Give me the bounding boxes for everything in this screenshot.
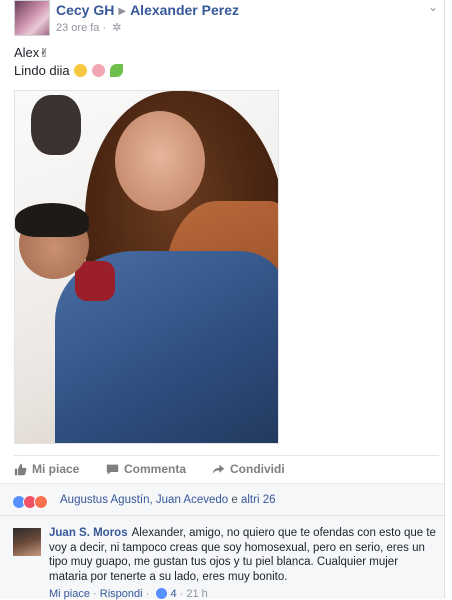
post-text: Alex✌ Lindo diia	[14, 44, 123, 80]
reaction-names: Augustus Agustín, Juan Acevedo e altri 2…	[60, 494, 276, 506]
comment-reply-link[interactable]: Rispondi	[100, 588, 143, 600]
commenter-name[interactable]: Juan S. Moros	[49, 527, 128, 539]
share-icon	[212, 464, 225, 474]
angry-reaction-icon[interactable]	[34, 495, 48, 509]
post-header: Cecy GH ▶ Alexander Perez 23 ore fa · ✲ ⌄	[14, 0, 444, 40]
comments-section: Juan S. Moros Alexander, amigo, no quiero…	[0, 515, 444, 600]
smile-emoji-icon	[74, 64, 88, 77]
gear-icon[interactable]: ✲	[112, 22, 121, 34]
comment-icon	[106, 464, 119, 474]
post-photo[interactable]	[14, 90, 279, 444]
comment: Juan S. Moros Alexander, amigo, no quiero…	[49, 526, 437, 584]
leaf-emoji-icon	[109, 64, 123, 77]
post-actions-bar: Mi piace Commenta Condividi	[14, 455, 439, 484]
share-button[interactable]: Condividi	[212, 462, 285, 476]
like-count-icon	[156, 588, 168, 599]
post-time[interactable]: 23 ore fa	[56, 22, 99, 34]
photo-man-shirt	[75, 261, 115, 301]
photo-woman-face	[115, 111, 205, 211]
victory-hand-icon: ✌	[39, 46, 50, 60]
photo-background-plant	[31, 95, 81, 155]
thumbs-up-icon	[14, 463, 27, 475]
photo-man-hair	[15, 203, 89, 237]
reaction-others-link[interactable]: altri 26	[241, 494, 276, 506]
like-label: Mi piace	[32, 462, 80, 476]
chevron-down-icon[interactable]: ⌄	[428, 0, 438, 14]
comment-time[interactable]: 21 h	[186, 588, 207, 600]
post-text-line1: Alex	[14, 45, 40, 60]
reaction-people[interactable]: Augustus Agustín, Juan Acevedo	[60, 494, 228, 506]
flower-emoji-icon	[91, 64, 105, 77]
post-meta: 23 ore fa · ✲	[56, 22, 122, 34]
author-name[interactable]: Cecy GH	[56, 2, 114, 18]
post-card: Cecy GH ▶ Alexander Perez 23 ore fa · ✲ ⌄ …	[0, 0, 445, 600]
target-name[interactable]: Alexander Perez	[130, 2, 239, 18]
comment-like-link[interactable]: Mi piace	[49, 588, 90, 600]
comment-footer: Mi piace · Rispondi · 4 · 21 h	[49, 588, 208, 600]
reactions-bar: Augustus Agustín, Juan Acevedo e altri 2…	[0, 483, 444, 516]
share-label: Condividi	[230, 462, 285, 476]
author-avatar[interactable]	[14, 0, 50, 36]
comment-like-count[interactable]: 4	[170, 588, 176, 600]
post-names: Cecy GH ▶ Alexander Perez	[56, 2, 239, 18]
comment-button[interactable]: Commenta	[106, 462, 186, 476]
like-button[interactable]: Mi piace	[14, 462, 79, 476]
post-text-line2: Lindo diia	[14, 63, 70, 78]
comment-label: Commenta	[124, 462, 187, 476]
reaction-and: e	[231, 494, 238, 506]
commenter-avatar[interactable]	[13, 528, 41, 556]
arrow-right-icon: ▶	[118, 6, 127, 17]
